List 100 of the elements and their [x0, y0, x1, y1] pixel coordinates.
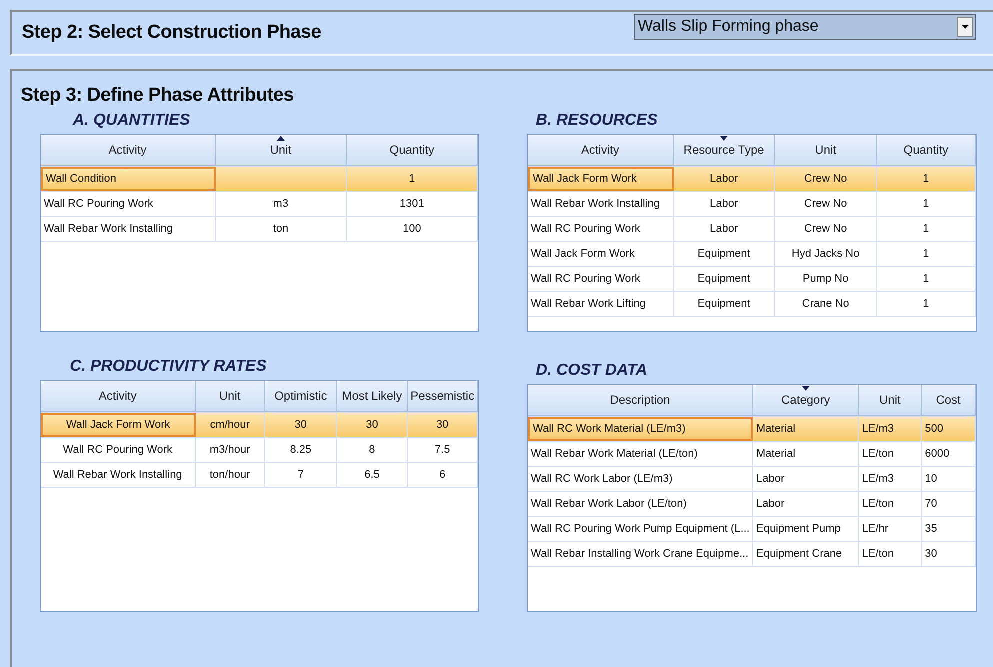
table-row[interactable]: Wall Rebar Work Installing ton/hour 7 6.5 6 [41, 463, 478, 488]
column-header[interactable]: Unit [859, 385, 922, 416]
column-header[interactable]: Most Likely [337, 381, 408, 412]
table-row[interactable]: Wall Rebar Installing Work Crane Equipme... Equipment Crane LE/ton 30 [528, 542, 976, 567]
table-cell: Equipment Crane [753, 542, 860, 566]
section-title: B. RESOURCES [536, 111, 659, 131]
table-cell: Wall Rebar Work Installing [528, 192, 674, 216]
table-cell: m3/hour [196, 438, 266, 462]
table-cell: Wall RC Pouring Work [41, 192, 216, 216]
table-cell: Wall RC Work Labor (LE/m3) [528, 467, 754, 491]
table-cell: Wall Rebar Work Installing [41, 463, 196, 487]
column-header[interactable]: Optimistic [265, 381, 338, 412]
sort-ascending-icon [276, 136, 285, 141]
step-title: Step 3: Define Phase Attributes [21, 85, 295, 107]
column-header[interactable]: Unit [196, 381, 266, 412]
table-row[interactable]: Wall RC Pouring Work m3 1301 [41, 192, 478, 217]
step-title: Step 2: Select Construction Phase [22, 22, 322, 44]
table-cell: Equipment [674, 242, 776, 266]
table-row[interactable]: Wall RC Pouring Work Pump Equipment (L... Equipment Pump LE/hr 35 [528, 517, 976, 542]
table-cell: 30 [408, 413, 478, 437]
table-cell: Wall RC Pouring Work [528, 217, 674, 241]
column-header[interactable]: Description [528, 385, 754, 416]
table-cell: Wall Rebar Installing Work Crane Equipme... [528, 542, 754, 566]
table-row[interactable]: Wall Rebar Work Installing ton 100 [41, 217, 478, 242]
table-cell: LE/m3 [859, 467, 922, 491]
table-cell: 1 [877, 192, 976, 216]
section-title: D. COST DATA [536, 361, 648, 381]
table-cell: Labor [674, 167, 776, 191]
table-row[interactable]: Wall Jack Form Work Labor Crew No 1 [528, 167, 976, 192]
table-cell: 6 [408, 463, 478, 487]
table-cell: 8.25 [265, 438, 338, 462]
table-cell: Labor [753, 467, 860, 491]
table-cell: Wall Jack Form Work [528, 242, 674, 266]
table-cell: 1 [877, 242, 976, 266]
table-cell: 500 [922, 417, 976, 441]
column-header[interactable]: Resource Type [674, 135, 776, 166]
section-title: A. QUANTITIES [73, 111, 192, 131]
table-cell: 8 [337, 438, 408, 462]
table-cell: 6000 [922, 442, 976, 466]
table-cell: 1 [877, 292, 976, 316]
table-cell: LE/ton [859, 542, 922, 566]
table-cell: Wall RC Pouring Work Pump Equipment (L... [528, 517, 754, 541]
table-cell: Labor [674, 217, 776, 241]
table-row[interactable]: Wall Rebar Work Material (LE/ton) Material LE/ton 6000 [528, 442, 976, 467]
table-cell: Crane No [775, 292, 878, 316]
table-cell: 30 [337, 413, 408, 437]
table-cell: LE/ton [859, 442, 922, 466]
table-cell: Wall Jack Form Work [528, 167, 674, 191]
table-cell: 1 [877, 167, 976, 191]
table-cell: Equipment [674, 267, 776, 291]
table-row[interactable]: Wall Condition 1 [41, 167, 478, 192]
column-header[interactable]: Pessemistic [408, 381, 478, 412]
sort-descending-icon [802, 386, 810, 391]
table-row[interactable]: Wall Jack Form Work Equipment Hyd Jacks No 1 [528, 242, 976, 267]
column-header[interactable]: Activity [528, 135, 674, 166]
table-cell: Crew No [775, 217, 878, 241]
table-row[interactable]: Wall RC Pouring Work Equipment Pump No 1 [528, 267, 976, 292]
column-header[interactable]: Unit [775, 135, 878, 166]
table-row[interactable]: Wall RC Pouring Work Labor Crew No 1 [528, 217, 976, 242]
table-cell: Material [753, 417, 860, 441]
table-cell: Pump No [775, 267, 878, 291]
table-row[interactable]: Wall RC Work Material (LE/m3) Material LE/m3 500 [528, 417, 976, 442]
table-row[interactable]: Wall RC Pouring Work m3/hour 8.25 8 7.5 [41, 438, 478, 463]
table-row[interactable]: Wall Rebar Work Lifting Equipment Crane No 1 [528, 292, 976, 317]
table-cell: 1 [877, 217, 976, 241]
section-title: C. PRODUCTIVITY RATES [70, 357, 268, 377]
table-cell: Crew No [775, 167, 878, 191]
table-cell: Wall Rebar Work Material (LE/ton) [528, 442, 754, 466]
column-header[interactable]: Quantity [877, 135, 976, 166]
table-cell: 30 [922, 542, 976, 566]
table-cell: 7 [265, 463, 338, 487]
table-cell: Wall RC Pouring Work [528, 267, 674, 291]
sort-descending-icon [720, 136, 728, 141]
column-header[interactable]: Quantity [347, 135, 478, 166]
table-row[interactable]: Wall RC Work Labor (LE/m3) Labor LE/m3 10 [528, 467, 976, 492]
table-cell: LE/ton [859, 492, 922, 516]
table-cell: 70 [922, 492, 976, 516]
table-cell: 35 [922, 517, 976, 541]
column-header[interactable]: Unit [216, 135, 348, 166]
table-row[interactable]: Wall Jack Form Work cm/hour 30 30 30 [41, 413, 478, 438]
table-cell: 30 [265, 413, 338, 437]
table-cell: Wall Rebar Work Labor (LE/ton) [528, 492, 754, 516]
table-cell: Wall Rebar Work Lifting [528, 292, 674, 316]
column-header[interactable]: Activity [41, 381, 196, 412]
table-cell: 1 [347, 167, 478, 191]
table-cell: Wall RC Work Material (LE/m3) [528, 417, 754, 441]
table-cell: Crew No [775, 192, 878, 216]
table-cell: Wall Condition [41, 167, 216, 191]
column-header[interactable]: Category [753, 385, 860, 416]
table-cell: ton [216, 217, 348, 241]
phase-dropdown[interactable]: Walls Slip Forming phase [634, 14, 976, 40]
table-cell: LE/hr [859, 517, 922, 541]
column-header[interactable]: Cost [922, 385, 976, 416]
table-cell: 100 [347, 217, 478, 241]
table-cell: Labor [674, 192, 776, 216]
table-cell: Labor [753, 492, 860, 516]
table-row[interactable]: Wall Rebar Work Installing Labor Crew No 1 [528, 192, 976, 217]
column-header[interactable]: Activity [41, 135, 216, 166]
table-cell: m3 [216, 192, 348, 216]
table-row[interactable]: Wall Rebar Work Labor (LE/ton) Labor LE/ton 70 [528, 492, 976, 517]
